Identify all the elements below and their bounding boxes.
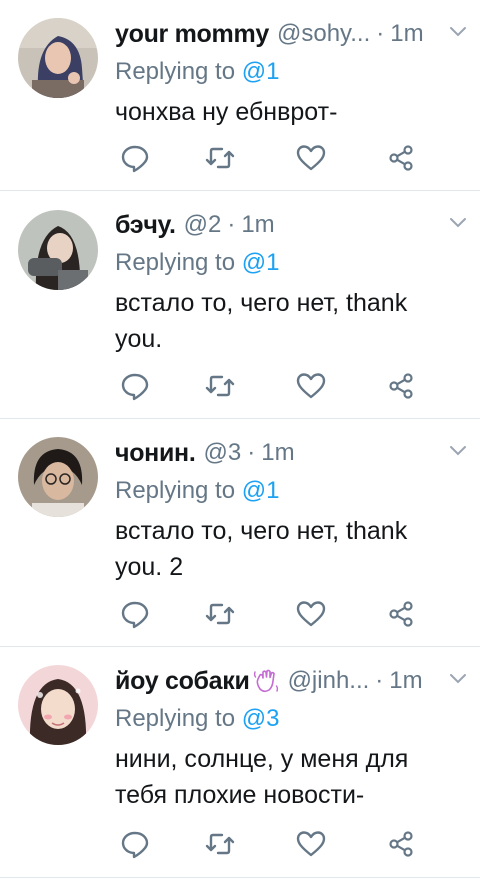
like-button[interactable] bbox=[295, 828, 327, 860]
waving-hand-emoji bbox=[253, 669, 278, 693]
share-button[interactable] bbox=[385, 828, 417, 860]
chevron-down-icon[interactable] bbox=[448, 441, 468, 461]
display-name[interactable]: бэчу. bbox=[115, 211, 176, 240]
tweet[interactable]: your mommy @sohy... · 1m Replying to @1 … bbox=[0, 0, 480, 191]
tweet-text: встало то, чего нет, thank you. 2 bbox=[115, 517, 408, 581]
timestamp[interactable]: 1m bbox=[389, 667, 422, 695]
replying-to: Replying to @1 bbox=[115, 473, 470, 509]
share-icon bbox=[389, 601, 413, 627]
tweet-text: чонхва ну ебнврот- bbox=[115, 98, 338, 126]
share-button[interactable] bbox=[385, 598, 417, 630]
avatar[interactable] bbox=[18, 210, 98, 290]
share-icon bbox=[389, 145, 413, 171]
separator-dot: · bbox=[375, 667, 384, 694]
like-icon bbox=[296, 831, 326, 857]
share-icon bbox=[389, 373, 413, 399]
replying-to-label: Replying to bbox=[115, 477, 236, 504]
avatar-image bbox=[18, 665, 98, 745]
retweet-icon bbox=[205, 375, 235, 397]
reply-target-link[interactable]: @1 bbox=[242, 249, 280, 276]
timestamp[interactable]: 1m bbox=[241, 211, 274, 239]
retweet-button[interactable] bbox=[204, 142, 236, 174]
tweet-text: встало то, чего нет, thank you. bbox=[115, 289, 408, 353]
avatar-image bbox=[18, 437, 98, 517]
username-handle[interactable]: @jinh... bbox=[288, 667, 370, 695]
timestamp[interactable]: 1m bbox=[261, 439, 294, 467]
share-button[interactable] bbox=[385, 370, 417, 402]
like-button[interactable] bbox=[295, 142, 327, 174]
reply-button[interactable] bbox=[119, 598, 151, 630]
reply-icon bbox=[121, 145, 149, 173]
retweet-icon bbox=[205, 147, 235, 169]
tweet-actions bbox=[115, 142, 415, 174]
retweet-icon bbox=[205, 603, 235, 625]
display-name[interactable]: йоу собаки bbox=[115, 667, 250, 696]
replying-to-label: Replying to bbox=[115, 58, 236, 85]
retweet-button[interactable] bbox=[204, 828, 236, 860]
tweet[interactable]: чонин. @3 · 1m Replying to @1 встало то,… bbox=[0, 419, 480, 647]
username-handle[interactable]: @2 bbox=[184, 211, 222, 239]
avatar[interactable] bbox=[18, 665, 98, 745]
avatar[interactable] bbox=[18, 18, 98, 98]
reply-icon bbox=[121, 831, 149, 859]
avatar[interactable] bbox=[18, 437, 98, 517]
like-button[interactable] bbox=[295, 370, 327, 402]
tweet[interactable]: бэчу. @2 · 1m Replying to @1 встало то, … bbox=[0, 191, 480, 419]
chevron-down-icon[interactable] bbox=[448, 213, 468, 233]
reply-button[interactable] bbox=[119, 828, 151, 860]
separator-dot: · bbox=[247, 439, 256, 466]
separator-dot: · bbox=[376, 20, 385, 47]
retweet-icon bbox=[205, 833, 235, 855]
timestamp[interactable]: 1m bbox=[390, 20, 423, 48]
timeline: your mommy @sohy... · 1m Replying to @1 … bbox=[0, 0, 480, 878]
share-icon bbox=[389, 831, 413, 857]
reply-target-link[interactable]: @3 bbox=[242, 705, 280, 732]
display-name[interactable]: чонин. bbox=[115, 439, 196, 468]
username-handle[interactable]: @sohy... bbox=[277, 20, 370, 48]
avatar-image bbox=[18, 210, 98, 290]
tweet[interactable]: йоу собаки @jinh... · 1m Replying to @3 … bbox=[0, 647, 480, 878]
replying-to: Replying to @1 bbox=[115, 245, 470, 281]
reply-button[interactable] bbox=[119, 142, 151, 174]
retweet-button[interactable] bbox=[204, 370, 236, 402]
replying-to-label: Replying to bbox=[115, 249, 236, 276]
reply-icon bbox=[121, 601, 149, 629]
like-button[interactable] bbox=[295, 598, 327, 630]
reply-icon bbox=[121, 373, 149, 401]
chevron-down-icon[interactable] bbox=[448, 669, 468, 689]
separator-dot: · bbox=[227, 211, 236, 238]
replying-to-label: Replying to bbox=[115, 705, 236, 732]
display-name[interactable]: your mommy bbox=[115, 20, 269, 49]
share-button[interactable] bbox=[385, 142, 417, 174]
tweet-actions bbox=[115, 370, 415, 402]
tweet-header: йоу собаки @jinh... · 1m bbox=[115, 661, 470, 701]
avatar-image bbox=[18, 18, 98, 98]
tweet-header: бэчу. @2 · 1m bbox=[115, 205, 470, 245]
reply-target-link[interactable]: @1 bbox=[242, 58, 280, 85]
tweet-actions bbox=[115, 828, 415, 860]
chevron-down-icon[interactable] bbox=[448, 22, 468, 42]
replying-to: Replying to @1 bbox=[115, 54, 470, 90]
tweet-text: нини, солнце, у меня для тебя плохие нов… bbox=[115, 745, 409, 809]
reply-button[interactable] bbox=[119, 370, 151, 402]
replying-to: Replying to @3 bbox=[115, 701, 470, 737]
retweet-button[interactable] bbox=[204, 598, 236, 630]
reply-target-link[interactable]: @1 bbox=[242, 477, 280, 504]
like-icon bbox=[296, 373, 326, 399]
like-icon bbox=[296, 145, 326, 171]
tweet-header: your mommy @sohy... · 1m bbox=[115, 14, 470, 54]
username-handle[interactable]: @3 bbox=[204, 439, 242, 467]
tweet-actions bbox=[115, 598, 415, 630]
tweet-header: чонин. @3 · 1m bbox=[115, 433, 470, 473]
like-icon bbox=[296, 601, 326, 627]
